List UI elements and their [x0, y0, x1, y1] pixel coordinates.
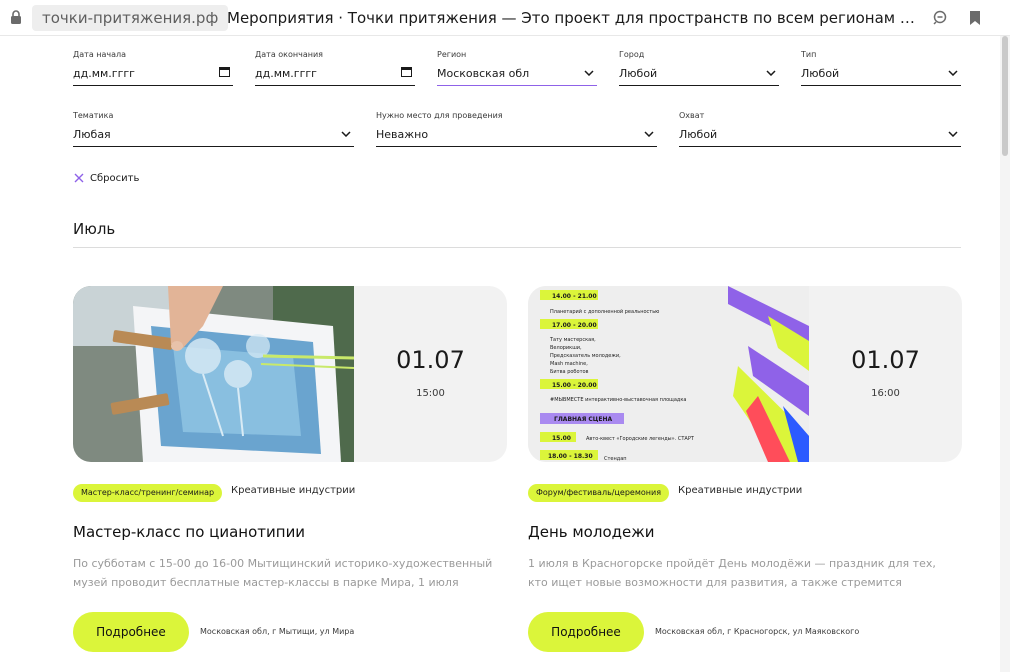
date-start-input[interactable]: дд.мм.гггг: [73, 67, 135, 80]
lock-icon: [11, 10, 21, 24]
city-label: Город: [619, 50, 645, 59]
poster-line: Велорикши,: [550, 345, 582, 351]
event-type-badge: Форум/фестиваль/церемония: [528, 484, 670, 502]
event-poster: 14.00 - 21.00 Планетарий с дополненной р…: [528, 286, 809, 462]
chevron-down-icon[interactable]: [948, 131, 958, 137]
zoom-out-icon[interactable]: [932, 9, 950, 27]
poster-line: Mash machine,: [550, 361, 588, 367]
date-end-label: Дата окончания: [255, 50, 323, 59]
poster-line: Битва роботов: [550, 369, 589, 375]
poster-line: Планетарий с дополненной реальностью: [550, 308, 659, 315]
poster-line: Авто-квест «Городские легенды». СТАРТ: [586, 436, 695, 442]
field-underline: [801, 85, 961, 86]
month-heading: Июль: [73, 220, 116, 238]
reach-label: Охват: [679, 111, 705, 120]
poster-time: 15.00 - 20.00: [552, 382, 597, 389]
event-time: 16:00: [871, 388, 900, 399]
chevron-down-icon[interactable]: [644, 131, 654, 137]
chevron-down-icon[interactable]: [341, 131, 351, 137]
theme-value[interactable]: Любая: [73, 128, 111, 141]
event-photo-cyanotype: [73, 286, 354, 462]
poster-line: Стендап: [604, 456, 627, 462]
scrollbar[interactable]: [1000, 36, 1010, 672]
bookmark-icon[interactable]: [966, 9, 984, 27]
section-divider: [73, 247, 961, 248]
field-underline: [73, 85, 233, 86]
chevron-down-icon[interactable]: [766, 70, 776, 76]
field-underline: [437, 85, 597, 86]
date-start-label: Дата начала: [73, 50, 127, 59]
details-button[interactable]: Подробнее: [73, 612, 189, 652]
browser-toolbar: точки-притяжения.рф Мероприятия · Точки …: [0, 0, 1010, 36]
type-select[interactable]: Тип Любой: [801, 50, 961, 90]
venue-label: Нужно место для проведения: [376, 111, 503, 120]
event-description: По субботам с 15-00 до 16-00 Мытищинский…: [73, 557, 493, 589]
date-start-field[interactable]: Дата начала дд.мм.гггг: [73, 50, 233, 90]
event-title[interactable]: День молодежи: [528, 523, 654, 541]
theme-label: Тематика: [73, 111, 114, 120]
event-description: 1 июля в Красногорске пройдёт День молод…: [528, 557, 936, 589]
poster-line: Тату мастерская,: [549, 337, 596, 343]
venue-select[interactable]: Нужно место для проведения Неважно: [376, 111, 657, 151]
field-underline: [679, 146, 961, 147]
event-date: 01.07: [851, 346, 920, 374]
event-type-badge: Мастер-класс/тренинг/семинар: [73, 484, 223, 502]
poster-line: Предсказатель молодежи,: [550, 353, 621, 359]
field-underline: [376, 146, 657, 147]
poster-line: #МЫВМЕСТЕ интерактивно-выставочная площа…: [550, 397, 686, 403]
field-underline: [73, 146, 354, 147]
poster-time: 15.00: [552, 435, 571, 442]
venue-value[interactable]: Неважно: [376, 128, 428, 141]
address-bar[interactable]: точки-притяжения.рф: [32, 5, 229, 31]
event-address: Московская обл, г Красногорск, ул Маяков…: [655, 627, 860, 636]
type-label: Тип: [801, 50, 817, 59]
event-time: 15:00: [416, 388, 445, 399]
region-value[interactable]: Московская обл: [437, 67, 529, 80]
reach-select[interactable]: Охват Любой: [679, 111, 961, 151]
event-title[interactable]: Мастер-класс по цианотипии: [73, 523, 305, 541]
city-value[interactable]: Любой: [619, 67, 657, 80]
event-category: Креативные индустрии: [231, 485, 356, 496]
page-title: Мероприятия · Точки притяжения — Это про…: [227, 9, 917, 27]
event-card[interactable]: 01.07 15:00: [73, 286, 507, 462]
date-end-input[interactable]: дд.мм.гггг: [255, 67, 317, 80]
reset-label: Сбросить: [90, 172, 140, 184]
region-select[interactable]: Регион Московская обл: [437, 50, 597, 90]
city-select[interactable]: Город Любой: [619, 50, 779, 90]
poster-time: 18.00 - 18.30: [548, 453, 593, 460]
field-underline: [255, 85, 415, 86]
chevron-down-icon[interactable]: [584, 70, 594, 76]
theme-select[interactable]: Тематика Любая: [73, 111, 354, 151]
event-date: 01.07: [396, 346, 465, 374]
calendar-icon[interactable]: [219, 66, 230, 77]
event-category: Креативные индустрии: [678, 485, 803, 496]
date-end-field[interactable]: Дата окончания дд.мм.гггг: [255, 50, 415, 90]
event-address: Московская обл, г Мытищи, ул Мира: [200, 627, 355, 636]
close-icon: [74, 173, 84, 183]
reach-value[interactable]: Любой: [679, 128, 717, 141]
details-button[interactable]: Подробнее: [528, 612, 644, 652]
poster-time: 14.00 - 21.00: [552, 293, 597, 300]
field-underline: [619, 85, 779, 86]
reset-filters-button[interactable]: Сбросить: [74, 171, 139, 185]
region-label: Регион: [437, 50, 467, 59]
poster-time: 17.00 - 20.00: [552, 322, 597, 329]
chevron-down-icon[interactable]: [948, 70, 958, 76]
type-value[interactable]: Любой: [801, 67, 839, 80]
scrollbar-thumb[interactable]: [1002, 36, 1008, 156]
event-card[interactable]: 14.00 - 21.00 Планетарий с дополненной р…: [528, 286, 962, 462]
calendar-icon[interactable]: [401, 66, 412, 77]
poster-stage: ГЛАВНАЯ СЦЕНА: [554, 416, 612, 423]
